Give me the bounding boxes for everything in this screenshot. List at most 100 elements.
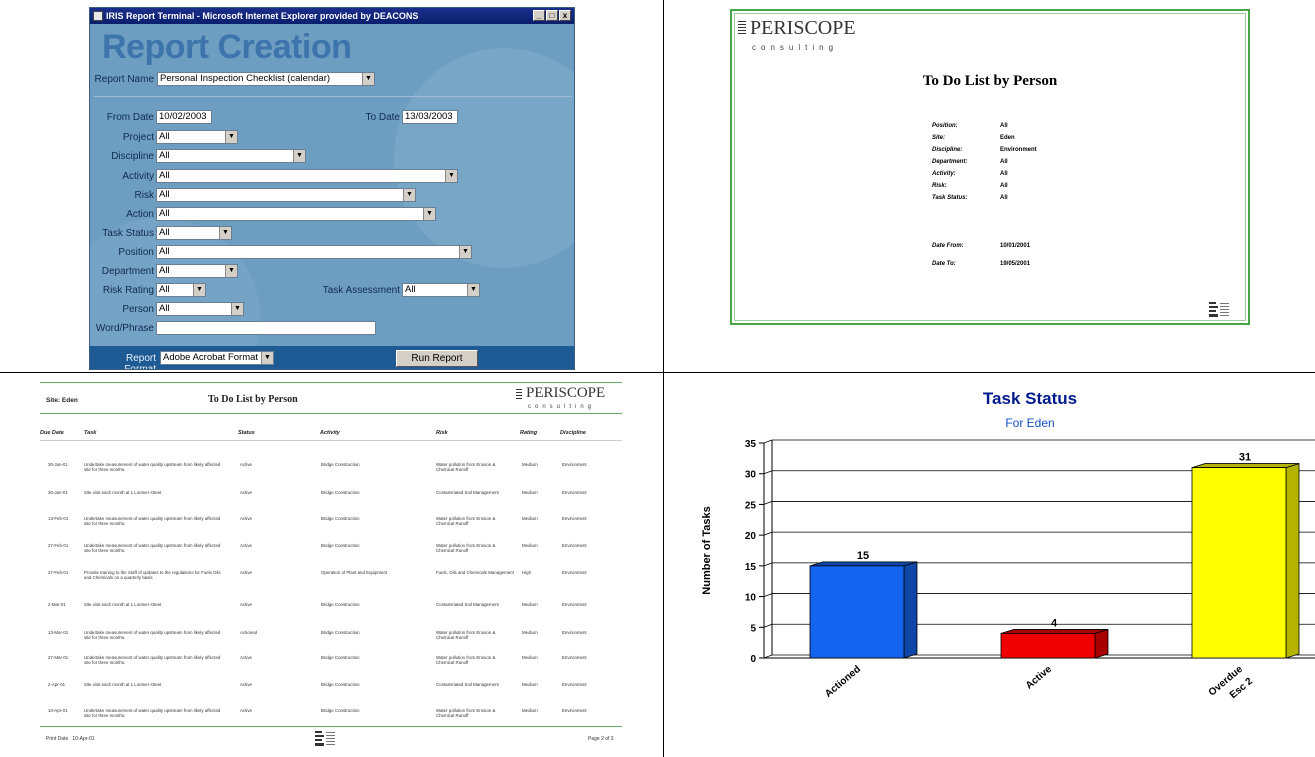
to-date-label: To Date [365, 112, 400, 123]
position-label: Position [118, 247, 154, 258]
close-button[interactable]: x [559, 10, 571, 21]
cell-task: Undertake measurement of water quality u… [84, 543, 221, 554]
chevron-down-icon: ▼ [219, 227, 231, 239]
gridline-depth [763, 623, 773, 628]
cell-rating: Medium [522, 516, 538, 521]
decorative-circle [394, 48, 574, 268]
cell-status: Active [240, 462, 252, 467]
cell-discipline: Environment [562, 490, 587, 495]
department-select[interactable]: All ▼ [156, 264, 238, 278]
cell-status: Actioned [240, 630, 258, 635]
window-titlebar: IRIS Report Terminal - Microsoft Interne… [90, 8, 574, 24]
task-assessment-select[interactable]: All ▼ [402, 283, 480, 297]
activity-label: Activity [122, 171, 154, 182]
task-status-select[interactable]: All ▼ [156, 226, 232, 240]
cell-date: 13-Mar-01 [48, 630, 69, 635]
cover-field-key: Risk: [932, 183, 947, 189]
cell-discipline: Environment [562, 462, 587, 467]
to-date-input[interactable]: 13/03/2003 [402, 110, 458, 124]
risk-label: Risk [134, 190, 154, 201]
cover-field-key: Position: [932, 123, 958, 129]
action-select[interactable]: All ▼ [156, 207, 436, 221]
cell-discipline: Environment [562, 543, 587, 548]
col-risk: Risk [436, 430, 448, 436]
report-format-value: Adobe Acrobat Format [163, 352, 259, 363]
y-tick-label: 5 [750, 623, 756, 634]
cell-activity: Operation of Plant and Equipment [321, 570, 388, 575]
cell-date: 13-Feb-01 [48, 516, 69, 521]
activity-select[interactable]: All ▼ [156, 169, 458, 183]
date-to-key: Date To: [932, 261, 956, 267]
cell-rating: Medium [522, 630, 538, 635]
data-label: 4 [1051, 617, 1058, 629]
discipline-label: Discipline [111, 151, 154, 162]
cell-risk: Contaminated Soil Management [436, 490, 499, 495]
y-tick-label: 25 [745, 500, 757, 511]
chevron-down-icon: ▼ [445, 170, 457, 182]
gridline-depth [763, 470, 773, 475]
cell-date: 2-Mar-01 [48, 602, 66, 607]
divider [40, 440, 622, 441]
department-label: Department [101, 266, 154, 277]
cell-status: Active [240, 543, 252, 548]
cell-task: Undertake measurement of water quality u… [84, 708, 221, 719]
cell-date: 27-Feb-01 [48, 543, 69, 548]
chevron-down-icon: ▼ [293, 150, 305, 162]
position-value: All [159, 246, 170, 257]
risk-rating-select[interactable]: All ▼ [156, 283, 206, 297]
table-row: 27-Feb-01 Provide training to the Staff … [36, 570, 626, 604]
report-format-select[interactable]: Adobe Acrobat Format ▼ [160, 351, 274, 365]
maximize-button[interactable]: □ [546, 10, 558, 21]
y-tick-label: 15 [745, 562, 757, 573]
from-date-input[interactable]: 10/02/2003 [156, 110, 212, 124]
bar-side [1285, 463, 1300, 659]
cell-discipline: Environment [562, 602, 587, 607]
cover-field-value: All [1000, 183, 1008, 189]
ie-report-window: IRIS Report Terminal - Microsoft Interne… [89, 7, 575, 370]
y-tick-label: 35 [745, 439, 757, 450]
window-title: IRIS Report Terminal - Microsoft Interne… [106, 11, 419, 21]
discipline-select[interactable]: All ▼ [156, 149, 306, 163]
discipline-value: All [159, 150, 170, 161]
cell-date: 10-Apr-01 [48, 708, 68, 713]
chevron-down-icon: ▼ [459, 246, 471, 258]
run-report-button[interactable]: Run Report [396, 350, 478, 367]
chevron-down-icon: ▼ [423, 208, 435, 220]
cell-activity: Bridge Construction [321, 630, 360, 635]
cell-rating: High [522, 570, 532, 575]
word-phrase-input[interactable] [156, 321, 376, 335]
todo-report-page: Site: Eden To Do List by Person PERISCOP… [36, 380, 626, 750]
cover-field-key: Department: [932, 159, 968, 165]
chevron-down-icon: ▼ [467, 284, 479, 296]
cover-field-value: All [1000, 171, 1008, 177]
risk-select[interactable]: All ▼ [156, 188, 416, 202]
cell-discipline: Environment [562, 630, 587, 635]
person-select[interactable]: All ▼ [156, 302, 244, 316]
cell-rating: Medium [522, 682, 538, 687]
data-label: 15 [857, 550, 869, 562]
project-value: All [159, 131, 170, 142]
bar [1000, 633, 1096, 659]
report-name-value: Personal Inspection Checklist (calendar) [160, 73, 331, 84]
cell-rating: Medium [522, 462, 538, 467]
project-select[interactable]: All ▼ [156, 130, 238, 144]
periscope-logo-text: PERISCOPE [750, 17, 856, 39]
cell-rating: Medium [522, 708, 538, 713]
cover-title: To Do List by Person [922, 73, 1058, 89]
page-title: Report Creation [102, 28, 352, 66]
word-phrase-label: Word/Phrase [95, 323, 154, 334]
position-select[interactable]: All ▼ [156, 245, 472, 259]
cell-discipline: Environment [562, 708, 587, 713]
col-discipline: Discipline [560, 430, 586, 436]
chevron-down-icon: ▼ [225, 131, 237, 143]
cell-status: Active [240, 570, 252, 575]
report-cover-page: PERISCOPE consulting To Do List by Perso… [730, 9, 1250, 325]
risk-rating-value: All [159, 284, 170, 295]
col-rating: Rating [520, 430, 538, 436]
cover-inner-border [734, 13, 1246, 321]
report-name-select[interactable]: Personal Inspection Checklist (calendar)… [157, 72, 375, 86]
cover-field-value: Eden [1000, 135, 1015, 141]
chevron-down-icon: ▼ [231, 303, 243, 315]
table-row: 2-Apr-01 Site visit each month at 1 Lori… [36, 682, 626, 708]
minimize-button[interactable]: _ [533, 10, 545, 21]
